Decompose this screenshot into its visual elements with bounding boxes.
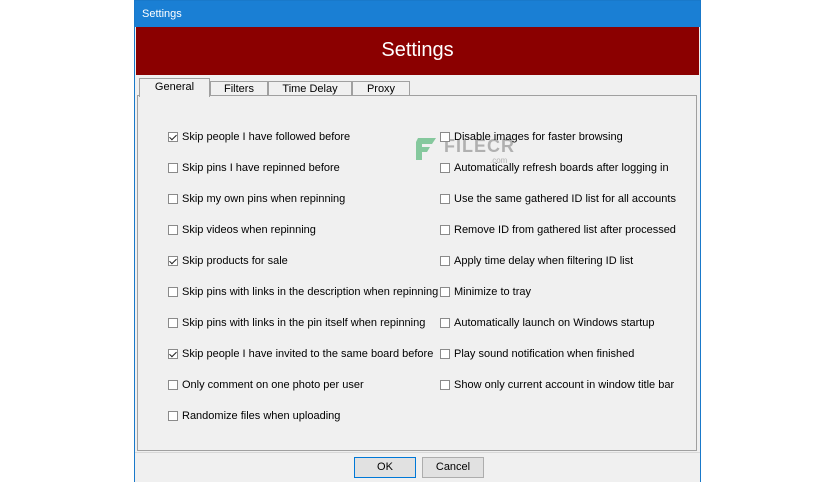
checkbox[interactable]	[168, 132, 178, 142]
tab-time-delay[interactable]: Time Delay	[268, 81, 352, 96]
option-label: Automatically launch on Windows startup	[454, 317, 655, 329]
checkbox[interactable]	[440, 163, 450, 173]
option-label: Disable images for faster browsing	[454, 131, 623, 143]
option-label: Automatically refresh boards after loggi…	[454, 162, 669, 174]
right-option-7[interactable]: Play sound notification when finished	[440, 347, 634, 361]
right-option-5[interactable]: Minimize to tray	[440, 285, 531, 299]
checkbox[interactable]	[168, 256, 178, 266]
option-label: Skip my own pins when repinning	[182, 193, 346, 205]
option-label: Skip pins with links in the pin itself w…	[182, 317, 426, 329]
option-label: Remove ID from gathered list after proce…	[454, 224, 676, 236]
right-option-2[interactable]: Use the same gathered ID list for all ac…	[440, 192, 676, 206]
checkbox[interactable]	[440, 132, 450, 142]
left-option-1[interactable]: Skip pins I have repinned before	[168, 161, 340, 175]
left-option-8[interactable]: Only comment on one photo per user	[168, 378, 364, 392]
filecr-logo-icon	[416, 138, 436, 160]
cancel-button[interactable]: Cancel	[422, 457, 484, 478]
checkbox[interactable]	[168, 194, 178, 204]
option-label: Skip people I have invited to the same b…	[182, 348, 434, 360]
checkbox[interactable]	[440, 318, 450, 328]
checkbox[interactable]	[168, 287, 178, 297]
left-option-9[interactable]: Randomize files when uploading	[168, 409, 340, 423]
window-titlebar: Settings	[135, 1, 700, 27]
option-label: Show only current account in window titl…	[454, 379, 675, 391]
checkbox[interactable]	[168, 318, 178, 328]
option-label: Only comment on one photo per user	[182, 379, 364, 391]
checkbox[interactable]	[440, 225, 450, 235]
right-option-0[interactable]: Disable images for faster browsing	[440, 130, 623, 144]
right-option-4[interactable]: Apply time delay when filtering ID list	[440, 254, 633, 268]
right-option-6[interactable]: Automatically launch on Windows startup	[440, 316, 655, 330]
right-option-1[interactable]: Automatically refresh boards after loggi…	[440, 161, 669, 175]
checkbox[interactable]	[168, 225, 178, 235]
option-label: Skip pins with links in the description …	[182, 286, 439, 298]
option-label: Play sound notification when finished	[454, 348, 635, 360]
right-option-3[interactable]: Remove ID from gathered list after proce…	[440, 223, 676, 237]
left-option-2[interactable]: Skip my own pins when repinning	[168, 192, 345, 206]
option-label: Skip videos when repinning	[182, 224, 316, 236]
checkbox[interactable]	[168, 163, 178, 173]
left-option-5[interactable]: Skip pins with links in the description …	[168, 285, 438, 299]
option-label: Skip products for sale	[182, 255, 288, 267]
settings-window: Settings Settings General Filters Time D…	[134, 0, 701, 482]
left-option-7[interactable]: Skip people I have invited to the same b…	[168, 347, 433, 361]
option-label: Apply time delay when filtering ID list	[454, 255, 634, 267]
option-label: Use the same gathered ID list for all ac…	[454, 193, 676, 205]
checkbox[interactable]	[440, 380, 450, 390]
left-option-3[interactable]: Skip videos when repinning	[168, 223, 316, 237]
option-label: Skip pins I have repinned before	[182, 162, 340, 174]
left-option-0[interactable]: Skip people I have followed before	[168, 130, 350, 144]
left-option-6[interactable]: Skip pins with links in the pin itself w…	[168, 316, 425, 330]
tab-proxy[interactable]: Proxy	[352, 81, 410, 96]
right-option-8[interactable]: Show only current account in window titl…	[440, 378, 674, 392]
ok-button[interactable]: OK	[354, 457, 416, 478]
left-option-4[interactable]: Skip products for sale	[168, 254, 288, 268]
checkbox[interactable]	[440, 194, 450, 204]
dialog-footer: OK Cancel	[135, 452, 700, 482]
option-label: Minimize to tray	[454, 286, 532, 298]
checkbox[interactable]	[440, 349, 450, 359]
settings-banner-title: Settings	[136, 27, 699, 75]
general-panel: FILECR .com Skip people I have followed …	[137, 95, 697, 451]
option-label: Skip people I have followed before	[182, 131, 351, 143]
tab-general[interactable]: General	[139, 78, 210, 97]
option-label: Randomize files when uploading	[182, 410, 341, 422]
tab-filters[interactable]: Filters	[210, 81, 268, 96]
checkbox[interactable]	[168, 380, 178, 390]
checkbox[interactable]	[440, 256, 450, 266]
checkbox[interactable]	[440, 287, 450, 297]
checkbox[interactable]	[168, 349, 178, 359]
checkbox[interactable]	[168, 411, 178, 421]
